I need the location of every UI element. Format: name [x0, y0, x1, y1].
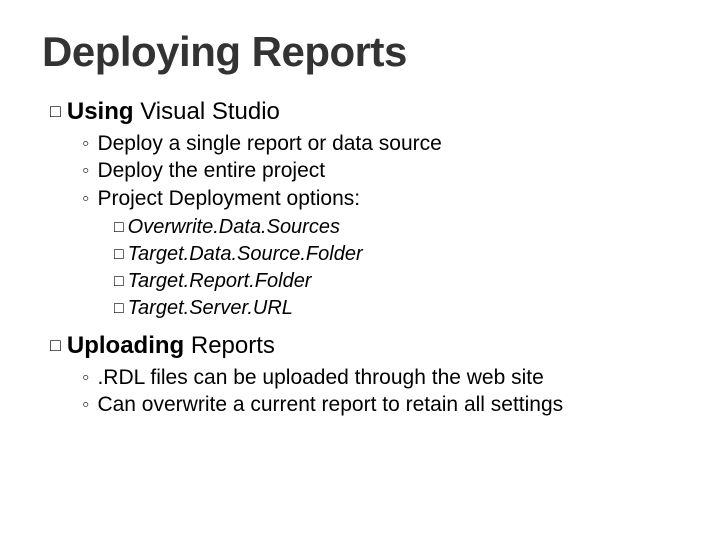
square-bullet-icon: □	[114, 244, 124, 266]
square-bullet-icon: □	[50, 101, 61, 122]
heading-rest: Reports	[191, 332, 275, 359]
ring-bullet-icon: ◦	[82, 185, 89, 212]
bullet-text: Can overwrite a current report to retain…	[97, 393, 563, 416]
ring-bullet-icon: ◦	[82, 364, 89, 391]
heading-using-visual-studio: □ Using Visual Studio	[50, 98, 684, 126]
option-text: Target.Report.Folder	[128, 270, 312, 292]
option-text: Target.Data.Source.Folder	[128, 243, 363, 265]
option-target-server-url: □Target.Server.URL	[50, 295, 684, 322]
heading-uploading-reports: □ Uploading Reports	[50, 332, 684, 360]
option-text: Overwrite.Data.Sources	[128, 216, 340, 238]
square-bullet-icon: □	[114, 217, 124, 239]
bullet-deploy-single: ◦ Deploy a single report or data source	[50, 130, 684, 157]
slide-body: □ Using Visual Studio ◦ Deploy a single re…	[36, 98, 684, 418]
option-target-data-source-folder: □Target.Data.Source.Folder	[50, 241, 684, 268]
ring-bullet-icon: ◦	[82, 391, 89, 418]
square-bullet-icon: □	[114, 298, 124, 320]
square-bullet-icon: □	[114, 271, 124, 293]
heading-lead: Uploading	[67, 332, 184, 359]
bullet-text: Project Deployment options:	[97, 187, 360, 210]
bullet-deploy-project: ◦ Deploy the entire project	[50, 157, 684, 184]
ring-bullet-icon: ◦	[82, 157, 89, 184]
bullet-text: Deploy the entire project	[97, 159, 325, 182]
slide: Deploying Reports □ Using Visual Studio ◦…	[0, 0, 720, 540]
bullet-overwrite-report: ◦ Can overwrite a current report to retai…	[50, 391, 684, 418]
ring-bullet-icon: ◦	[82, 130, 89, 157]
bullet-text: .RDL files can be uploaded through the w…	[97, 366, 543, 389]
heading-lead: Using	[67, 98, 134, 125]
slide-title: Deploying Reports	[36, 28, 684, 76]
option-overwrite-data-sources: □Overwrite.Data.Sources	[50, 214, 684, 241]
bullet-rdl-upload: ◦ .RDL files can be uploaded through the …	[50, 364, 684, 391]
option-text: Target.Server.URL	[128, 297, 293, 319]
bullet-deployment-options: ◦ Project Deployment options:	[50, 185, 684, 212]
square-bullet-icon: □	[50, 335, 61, 356]
heading-rest: Visual Studio	[140, 98, 280, 125]
bullet-text: Deploy a single report or data source	[97, 132, 441, 155]
option-target-report-folder: □Target.Report.Folder	[50, 268, 684, 295]
